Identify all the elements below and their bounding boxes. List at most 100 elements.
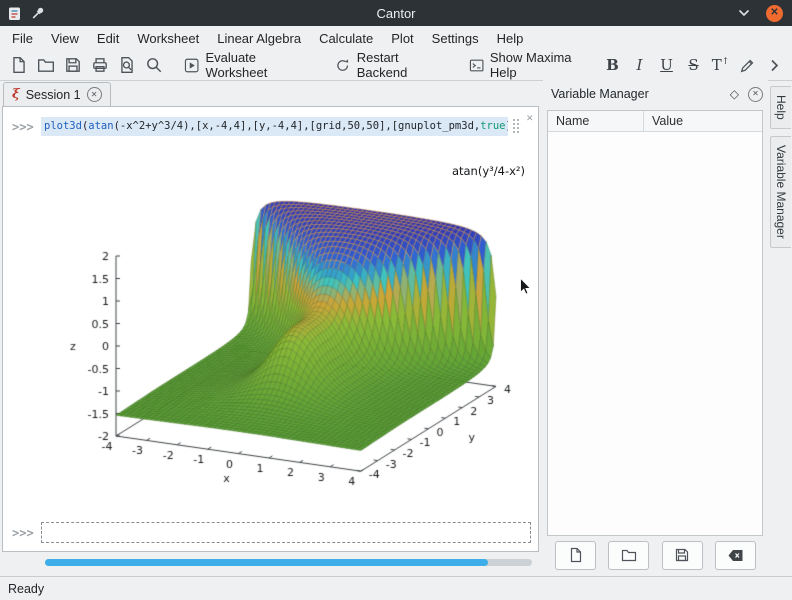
- variable-table-header: Name Value: [548, 111, 762, 132]
- menu-help[interactable]: Help: [488, 28, 533, 49]
- print-preview-icon: [118, 56, 136, 74]
- code-segment: plot3d: [44, 120, 82, 132]
- code-segment: atan: [88, 120, 113, 132]
- print-icon: [91, 56, 109, 74]
- cell-drag-handle-icon[interactable]: [512, 118, 520, 133]
- dock-tab-variable-manager[interactable]: Variable Manager: [770, 136, 791, 248]
- window-title: Cantor: [90, 6, 702, 21]
- variable-manager-panel: Variable Manager ◇ ✕ Name Value: [543, 80, 768, 576]
- mouse-cursor-icon: [519, 277, 532, 296]
- code-segment: ]);: [506, 120, 508, 132]
- menu-view[interactable]: View: [42, 28, 88, 49]
- show-maxima-help-label: Show Maxima Help: [490, 50, 591, 80]
- plot3d-surface: [43, 147, 539, 525]
- minimize-button[interactable]: [738, 9, 750, 17]
- search-button[interactable]: [140, 52, 167, 79]
- superscript-button[interactable]: T↑: [707, 52, 734, 79]
- menubar: File View Edit Worksheet Linear Algebra …: [0, 26, 792, 50]
- hscrollbar-thumb[interactable]: [45, 559, 488, 566]
- cantor-window: Cantor ✕ File View Edit Worksheet Linear…: [0, 0, 792, 600]
- print-button[interactable]: [86, 52, 113, 79]
- column-header-name[interactable]: Name: [548, 111, 644, 131]
- underline-icon: U: [660, 58, 673, 73]
- titlebar: Cantor ✕: [0, 0, 792, 26]
- plot-title: atan(y³/4-x²): [303, 164, 525, 178]
- evaluate-worksheet-label: Evaluate Worksheet: [205, 50, 310, 80]
- superscript-icon: T↑: [712, 58, 730, 73]
- variable-manager-toolbar: [555, 540, 756, 570]
- pin-icon[interactable]: [31, 6, 45, 20]
- toolbar-overflow-button[interactable]: [761, 52, 788, 79]
- restart-backend-label: Restart Backend: [357, 50, 444, 80]
- cell-close-icon[interactable]: ✕: [526, 114, 534, 123]
- status-text: Ready: [8, 582, 44, 596]
- tab-session-1[interactable]: ξ Session 1 ✕: [3, 82, 111, 106]
- bold-icon: B: [606, 58, 619, 73]
- menu-calculate[interactable]: Calculate: [310, 28, 382, 49]
- new-worksheet-button[interactable]: [5, 52, 32, 79]
- new-variable-button[interactable]: [555, 541, 596, 570]
- maxima-help-icon: [469, 57, 484, 74]
- code-segment: true: [480, 120, 505, 132]
- menu-edit[interactable]: Edit: [88, 28, 128, 49]
- close-button[interactable]: ✕: [766, 5, 783, 22]
- tab-session-label: Session 1: [26, 88, 81, 102]
- text-color-button[interactable]: [734, 52, 761, 79]
- new-command-entry[interactable]: [41, 522, 531, 543]
- variable-manager-header: Variable Manager ◇ ✕: [551, 85, 763, 103]
- load-variables-button[interactable]: [608, 541, 649, 570]
- menu-settings[interactable]: Settings: [423, 28, 488, 49]
- menu-linear-algebra[interactable]: Linear Algebra: [208, 28, 310, 49]
- tab-close-icon[interactable]: ✕: [87, 87, 102, 102]
- code-segment: (-x^2+y^3/4),[x,-4,4],[y,-4,4],[grid,50,…: [114, 120, 481, 132]
- command-prompt: >>>: [12, 120, 34, 134]
- float-panel-icon[interactable]: ◇: [730, 88, 739, 100]
- variable-table: Name Value: [547, 110, 763, 536]
- clear-variables-button[interactable]: [715, 541, 756, 570]
- entry-prompt: >>>: [12, 526, 34, 540]
- underline-button[interactable]: U: [653, 52, 680, 79]
- save-icon: [674, 547, 690, 563]
- scroll-strip: [2, 552, 539, 574]
- save-button[interactable]: [59, 52, 86, 79]
- panel-close-icon[interactable]: ✕: [748, 87, 763, 102]
- new-document-icon: [10, 56, 28, 74]
- hscrollbar-track[interactable]: [45, 559, 532, 566]
- menu-plot[interactable]: Plot: [382, 28, 422, 49]
- dock-tab-help[interactable]: Help: [770, 86, 791, 129]
- toolbar: Evaluate Worksheet Restart Backend Show …: [0, 50, 792, 81]
- menu-file[interactable]: File: [3, 28, 42, 49]
- worksheet: >>> plot3d(atan(-x^2+y^3/4),[x,-4,4],[y,…: [2, 106, 539, 552]
- italic-icon: I: [637, 58, 643, 73]
- save-icon: [64, 56, 82, 74]
- restart-backend-button[interactable]: Restart Backend: [327, 52, 451, 79]
- clear-backspace-icon: [727, 548, 744, 563]
- column-header-value[interactable]: Value: [644, 111, 691, 131]
- show-maxima-help-button[interactable]: Show Maxima Help: [461, 52, 599, 79]
- new-document-icon: [568, 547, 584, 563]
- open-button[interactable]: [32, 52, 59, 79]
- bold-button[interactable]: B: [599, 52, 626, 79]
- open-folder-icon: [621, 547, 637, 563]
- evaluate-worksheet-button[interactable]: Evaluate Worksheet: [176, 52, 318, 79]
- chevron-right-icon: [770, 59, 779, 72]
- command-input[interactable]: plot3d(atan(-x^2+y^3/4),[x,-4,4],[y,-4,4…: [41, 117, 508, 136]
- restart-icon: [335, 57, 350, 74]
- statusbar: Ready: [0, 576, 792, 600]
- save-variables-button[interactable]: [662, 541, 703, 570]
- print-preview-button[interactable]: [113, 52, 140, 79]
- italic-button[interactable]: I: [626, 52, 653, 79]
- play-icon: [184, 57, 199, 74]
- strikethrough-button[interactable]: S: [680, 52, 707, 79]
- menu-worksheet[interactable]: Worksheet: [128, 28, 208, 49]
- dock-tab-strip: Help Variable Manager: [769, 80, 792, 576]
- session-tabbar: ξ Session 1 ✕: [0, 81, 541, 106]
- strikethrough-icon: S: [688, 58, 698, 73]
- variable-manager-title: Variable Manager: [551, 87, 721, 101]
- pen-fill-icon: [739, 57, 756, 74]
- maxima-icon: ξ: [12, 88, 20, 101]
- search-icon: [145, 56, 163, 74]
- variable-table-body[interactable]: [548, 132, 762, 556]
- open-folder-icon: [37, 56, 55, 74]
- app-icon: [7, 6, 22, 21]
